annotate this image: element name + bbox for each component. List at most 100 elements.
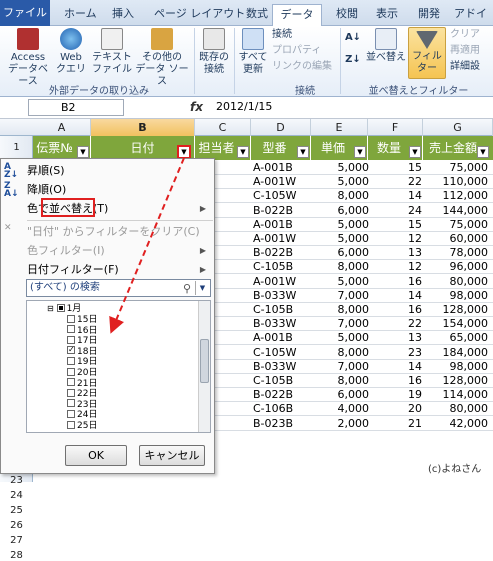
advanced-button[interactable]: 詳細設: [450, 60, 480, 74]
tab-view[interactable]: 表示: [370, 4, 404, 26]
cell-code[interactable]: B-022B: [253, 245, 309, 260]
row-header[interactable]: 28: [0, 550, 33, 561]
cell-code[interactable]: C-105W: [253, 188, 309, 203]
filter-search-input[interactable]: (すべて) の検索 ⚲ ▼: [26, 279, 211, 297]
reapply-button[interactable]: 再適用: [450, 44, 480, 58]
column-header-c[interactable]: C: [195, 119, 251, 136]
cell-qty[interactable]: 19: [369, 387, 422, 402]
row-header[interactable]: 25: [0, 505, 33, 516]
collapse-icon[interactable]: ⊟: [47, 304, 54, 313]
cell-price[interactable]: 7,000: [309, 359, 370, 374]
cell-amount[interactable]: 144,000: [422, 203, 489, 218]
clear-filter-item[interactable]: ✕ "日付" からフィルターをクリア(C): [1, 222, 214, 241]
column-header-d[interactable]: D: [251, 119, 311, 136]
tab-file[interactable]: ファイル: [0, 0, 50, 26]
connections-button[interactable]: 接続: [272, 28, 292, 42]
tab-developer[interactable]: 開発: [412, 4, 446, 26]
existing-connections-button[interactable]: 既存の 接続: [196, 28, 232, 76]
cell-amount[interactable]: 184,000: [422, 345, 489, 360]
checkbox[interactable]: [67, 356, 75, 365]
cell-qty[interactable]: 15: [369, 160, 422, 175]
cell-price[interactable]: 6,000: [309, 203, 370, 218]
edit-links-button[interactable]: リンクの編集: [272, 60, 332, 74]
cell-qty[interactable]: 20: [369, 401, 422, 416]
access-button[interactable]: Access データベース: [4, 28, 52, 88]
refresh-all-button[interactable]: すべて 更新: [236, 28, 270, 76]
checkbox[interactable]: [67, 335, 75, 344]
cell-amount[interactable]: 96,000: [422, 259, 489, 274]
sort-by-color-item[interactable]: 色で並べ替え(T) ▶: [1, 199, 214, 218]
cell-qty[interactable]: 14: [369, 288, 422, 303]
cell-qty[interactable]: 12: [369, 231, 422, 246]
cell-code[interactable]: A-001W: [253, 174, 309, 189]
color-filter-item[interactable]: 色フィルター(I) ▶: [1, 241, 214, 260]
cell-amount[interactable]: 60,000: [422, 231, 489, 246]
cell-qty[interactable]: 21: [369, 416, 422, 431]
cell-price[interactable]: 6,000: [309, 245, 370, 260]
cell-qty[interactable]: 15: [369, 217, 422, 232]
sort-za-icon[interactable]: Z↓: [344, 54, 362, 66]
column-header-b[interactable]: B: [91, 119, 195, 136]
checkbox[interactable]: [67, 325, 75, 334]
cell-amount[interactable]: 112,000: [422, 188, 489, 203]
search-icon[interactable]: ⚲: [183, 281, 191, 297]
cell-amount[interactable]: 114,000: [422, 387, 489, 402]
cell-code[interactable]: B-022B: [253, 387, 309, 402]
clear-button[interactable]: クリア: [450, 28, 480, 42]
tab-home[interactable]: ホーム: [58, 4, 103, 26]
cell-code[interactable]: C-105W: [253, 345, 309, 360]
tree-month-node[interactable]: ⊟ 1月: [47, 303, 81, 314]
cell-qty[interactable]: 16: [369, 302, 422, 317]
cell-amount[interactable]: 78,000: [422, 245, 489, 260]
cell-price[interactable]: 8,000: [309, 373, 370, 388]
tab-review[interactable]: 校閲: [330, 4, 364, 26]
cell-code[interactable]: B-033W: [253, 288, 309, 303]
cell-code[interactable]: B-022B: [253, 203, 309, 218]
cell-amount[interactable]: 75,000: [422, 217, 489, 232]
formula-input[interactable]: 2012/1/15: [216, 100, 272, 113]
row-header[interactable]: 27: [0, 535, 33, 546]
tree-day-item[interactable]: 25日: [67, 420, 97, 432]
tab-addins[interactable]: アドイン: [448, 4, 493, 40]
filter-dropdown-d[interactable]: ▼: [297, 146, 309, 158]
column-header-g[interactable]: G: [423, 119, 493, 136]
text-file-button[interactable]: テキスト ファイル: [90, 28, 134, 76]
cell-qty[interactable]: 22: [369, 316, 422, 331]
checkbox[interactable]: [67, 388, 75, 397]
sort-az-icon[interactable]: A↓: [344, 32, 362, 44]
sort-descending-item[interactable]: Z A↓ 降順(O): [1, 180, 214, 199]
cell-amount[interactable]: 154,000: [422, 316, 489, 331]
tab-data[interactable]: データ: [272, 4, 322, 27]
row-header[interactable]: 23: [0, 475, 33, 486]
cell-qty[interactable]: 22: [369, 174, 422, 189]
ok-button[interactable]: OK: [65, 445, 127, 466]
cell-price[interactable]: 2,000: [309, 416, 370, 431]
cell-code[interactable]: C-105B: [253, 373, 309, 388]
cell-amount[interactable]: 80,000: [422, 401, 489, 416]
cell-price[interactable]: 5,000: [309, 217, 370, 232]
cell-amount[interactable]: 128,000: [422, 302, 489, 317]
chevron-down-icon[interactable]: ▼: [195, 281, 209, 295]
cell-price[interactable]: 7,000: [309, 288, 370, 303]
properties-button[interactable]: プロパティ: [272, 44, 321, 58]
checkbox[interactable]: [67, 314, 75, 323]
web-query-button[interactable]: Web クエリ: [54, 28, 88, 76]
date-filter-item[interactable]: 日付フィルター(F) ▶: [1, 260, 214, 279]
row-header[interactable]: 1: [0, 142, 33, 153]
column-header-a[interactable]: A: [33, 119, 91, 136]
checkbox[interactable]: [67, 344, 75, 355]
cell-qty[interactable]: 16: [369, 373, 422, 388]
cell-amount[interactable]: 75,000: [422, 160, 489, 175]
cell-price[interactable]: 6,000: [309, 387, 370, 402]
checkbox[interactable]: [67, 420, 75, 429]
sort-button[interactable]: 並べ替え: [366, 28, 406, 64]
cell-price[interactable]: 5,000: [309, 231, 370, 246]
filter-dropdown-date[interactable]: ▼: [177, 145, 191, 159]
cell-price[interactable]: 7,000: [309, 316, 370, 331]
cell-amount[interactable]: 110,000: [422, 174, 489, 189]
cell-price[interactable]: 8,000: [309, 302, 370, 317]
cell-code[interactable]: C-106B: [253, 401, 309, 416]
cell-price[interactable]: 5,000: [309, 274, 370, 289]
cell-code[interactable]: A-001B: [253, 160, 309, 175]
column-header-e[interactable]: E: [311, 119, 368, 136]
